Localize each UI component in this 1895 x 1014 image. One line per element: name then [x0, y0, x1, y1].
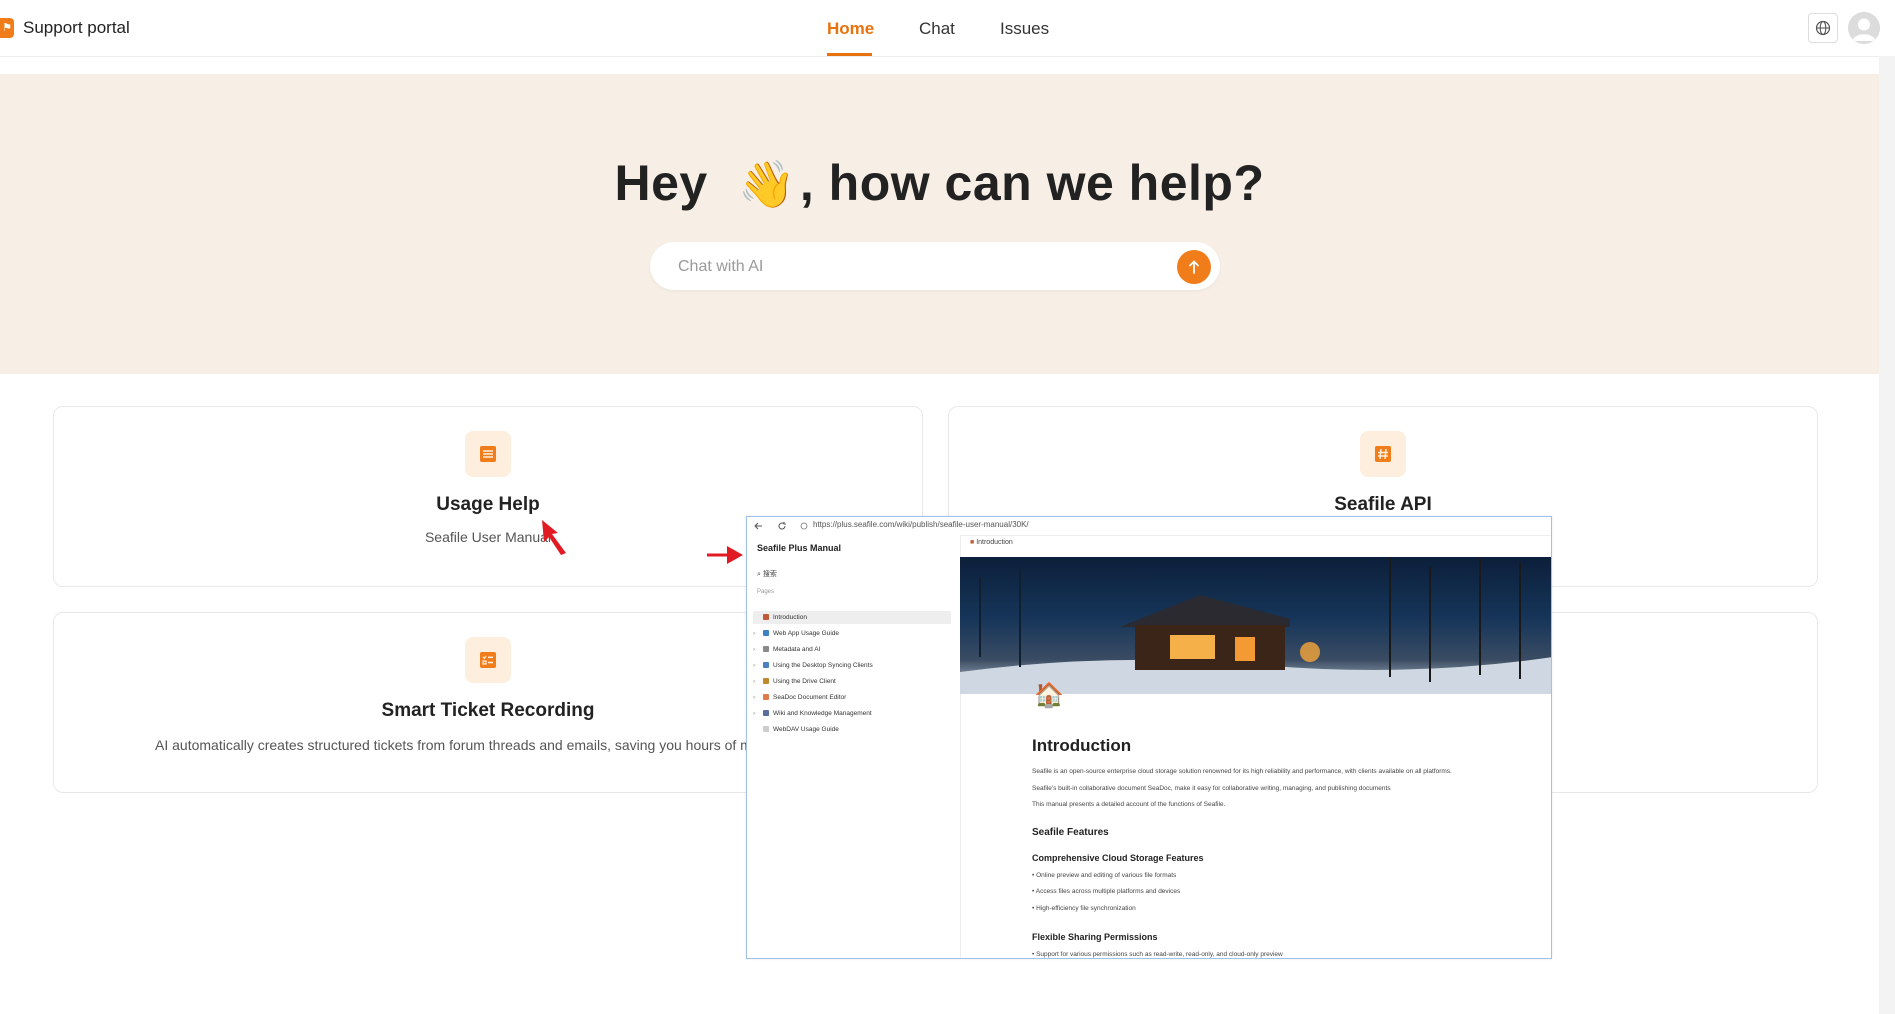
card-title: Seafile API — [1334, 494, 1432, 515]
sidebar-page-item[interactable]: › Wiki and Knowledge Management — [753, 707, 951, 720]
address-bar[interactable]: https://plus.seafile.com/wiki/publish/se… — [813, 520, 1029, 529]
page-icon — [763, 694, 769, 701]
sidebar-page-label: Web App Usage Guide — [773, 630, 840, 637]
page-icon — [763, 662, 769, 669]
content-paragraph: Seafile's built-in collaborative documen… — [1032, 785, 1391, 792]
content-heading: Introduction — [1032, 736, 1132, 755]
list-item: • High-efficiency file synchronization — [1032, 905, 1136, 912]
language-button[interactable] — [1808, 13, 1838, 43]
page-icon — [763, 710, 769, 717]
manual-search[interactable]: ⌕ 搜索 — [757, 569, 777, 579]
page-icon — [763, 630, 769, 637]
hero-title-end: , how can we help? — [799, 155, 1265, 211]
chevron-right-icon[interactable]: › — [753, 675, 761, 688]
list-icon — [480, 446, 496, 462]
chat-input[interactable] — [676, 242, 1150, 292]
chevron-right-icon[interactable]: › — [753, 627, 761, 640]
list-item-text: Online preview and editing of various fi… — [1036, 872, 1177, 879]
chevron-right-icon[interactable]: › — [753, 691, 761, 704]
cabin-illustration — [960, 557, 1551, 694]
manual-preview-overlay: https://plus.seafile.com/wiki/publish/se… — [746, 516, 1552, 959]
portal-logo[interactable]: ⚑ — [0, 18, 14, 38]
brand-name[interactable]: Support portal — [23, 18, 130, 38]
card-title: Usage Help — [436, 494, 540, 515]
list-item: • Support for various permissions such a… — [1032, 951, 1283, 958]
top-bar: ⚑ Support portal Home Chat Issues — [0, 0, 1895, 57]
page-icon — [763, 678, 769, 685]
manual-content: ■ Introduction 🏠 Introduction Seafile is… — [960, 535, 1551, 958]
chevron-right-icon[interactable]: › — [753, 659, 761, 672]
content-paragraph: This manual presents a detailed account … — [1032, 801, 1226, 808]
sidebar-page-item[interactable]: › Using the Drive Client — [753, 675, 951, 688]
manual-sidebar: Seafile Plus Manual ⌕ 搜索 Pages Introduct… — [747, 535, 961, 958]
sidebar-page-label: WebDAV Usage Guide — [773, 726, 839, 733]
card-icon-box — [465, 431, 511, 477]
sidebar-page-item[interactable]: › Web App Usage Guide — [753, 627, 951, 640]
list-item-text: High-efficiency file synchronization — [1036, 905, 1136, 912]
page-scrollbar[interactable] — [1879, 56, 1895, 1014]
house-icon: ■ — [970, 539, 975, 546]
chevron-right-icon[interactable]: › — [753, 707, 761, 720]
pages-label: Pages — [757, 589, 775, 595]
list-item: • Access files across multiple platforms… — [1032, 888, 1181, 895]
card-icon-box — [465, 637, 511, 683]
send-button[interactable] — [1177, 250, 1211, 284]
sidebar-page-item[interactable]: › Metadata and AI — [753, 643, 951, 656]
sidebar-page-item[interactable]: WebDAV Usage Guide — [753, 723, 951, 736]
chat-box — [650, 242, 1220, 292]
sidebar-page-label: Using the Drive Client — [773, 678, 836, 685]
page-icon — [763, 646, 769, 653]
site-info-icon[interactable] — [800, 522, 808, 530]
search-icon: ⌕ — [757, 571, 761, 578]
page-emoji-icon: 🏠 — [1034, 682, 1064, 709]
wave-emoji: 👋 — [738, 158, 796, 210]
page-icon — [763, 614, 769, 621]
breadcrumb-label: Introduction — [976, 539, 1013, 546]
browser-bar: https://plus.seafile.com/wiki/publish/se… — [747, 517, 1551, 536]
card-icon-box — [1360, 431, 1406, 477]
sidebar-page-label: Using the Desktop Syncing Clients — [773, 662, 873, 669]
list-item-text: Access files across multiple platforms a… — [1035, 888, 1181, 895]
user-avatar[interactable] — [1848, 12, 1880, 44]
arrow-up-icon — [1189, 260, 1199, 274]
manual-title: Seafile Plus Manual — [757, 543, 842, 553]
hero-title: Hey 👋, how can we help? — [0, 154, 1879, 212]
globe-icon — [1815, 20, 1831, 36]
red-cursor-arrow-icon — [542, 520, 566, 555]
section-heading: Flexible Sharing Permissions — [1032, 932, 1158, 942]
active-tab-indicator — [827, 53, 872, 56]
list-item-text: Support for various permissions such as … — [1036, 951, 1283, 958]
sidebar-page-item[interactable]: › SeaDoc Document Editor — [753, 691, 951, 704]
features-heading: Seafile Features — [1032, 827, 1109, 838]
avatar-icon — [1848, 12, 1880, 44]
red-pointer-arrow-icon — [707, 546, 743, 564]
sidebar-page-item[interactable]: Introduction — [753, 611, 951, 624]
reload-icon[interactable] — [777, 521, 787, 531]
hero-section: Hey 👋, how can we help? — [0, 74, 1879, 374]
sidebar-page-label: SeaDoc Document Editor — [773, 694, 847, 701]
page-icon — [763, 726, 769, 733]
nav-home[interactable]: Home — [827, 19, 874, 39]
chevron-right-icon[interactable]: › — [753, 643, 761, 656]
cover-image — [960, 557, 1551, 694]
section-heading: Comprehensive Cloud Storage Features — [1032, 853, 1204, 863]
sidebar-page-label: Metadata and AI — [773, 646, 821, 653]
ticket-list-icon — [480, 652, 496, 668]
sidebar-page-item[interactable]: › Using the Desktop Syncing Clients — [753, 659, 951, 672]
content-paragraph: Seafile is an open-source enterprise clo… — [1032, 768, 1452, 775]
breadcrumb[interactable]: ■ Introduction — [970, 539, 1013, 546]
nav-chat[interactable]: Chat — [919, 19, 955, 39]
nav-issues[interactable]: Issues — [1000, 19, 1049, 39]
search-label: 搜索 — [762, 571, 777, 578]
hero-title-start: Hey — [614, 155, 708, 211]
list-item: • Online preview and editing of various … — [1032, 872, 1177, 879]
hash-icon — [1375, 446, 1391, 462]
sidebar-page-label: Introduction — [773, 614, 807, 621]
back-icon[interactable] — [753, 521, 763, 531]
sidebar-page-label: Wiki and Knowledge Management — [773, 710, 872, 717]
